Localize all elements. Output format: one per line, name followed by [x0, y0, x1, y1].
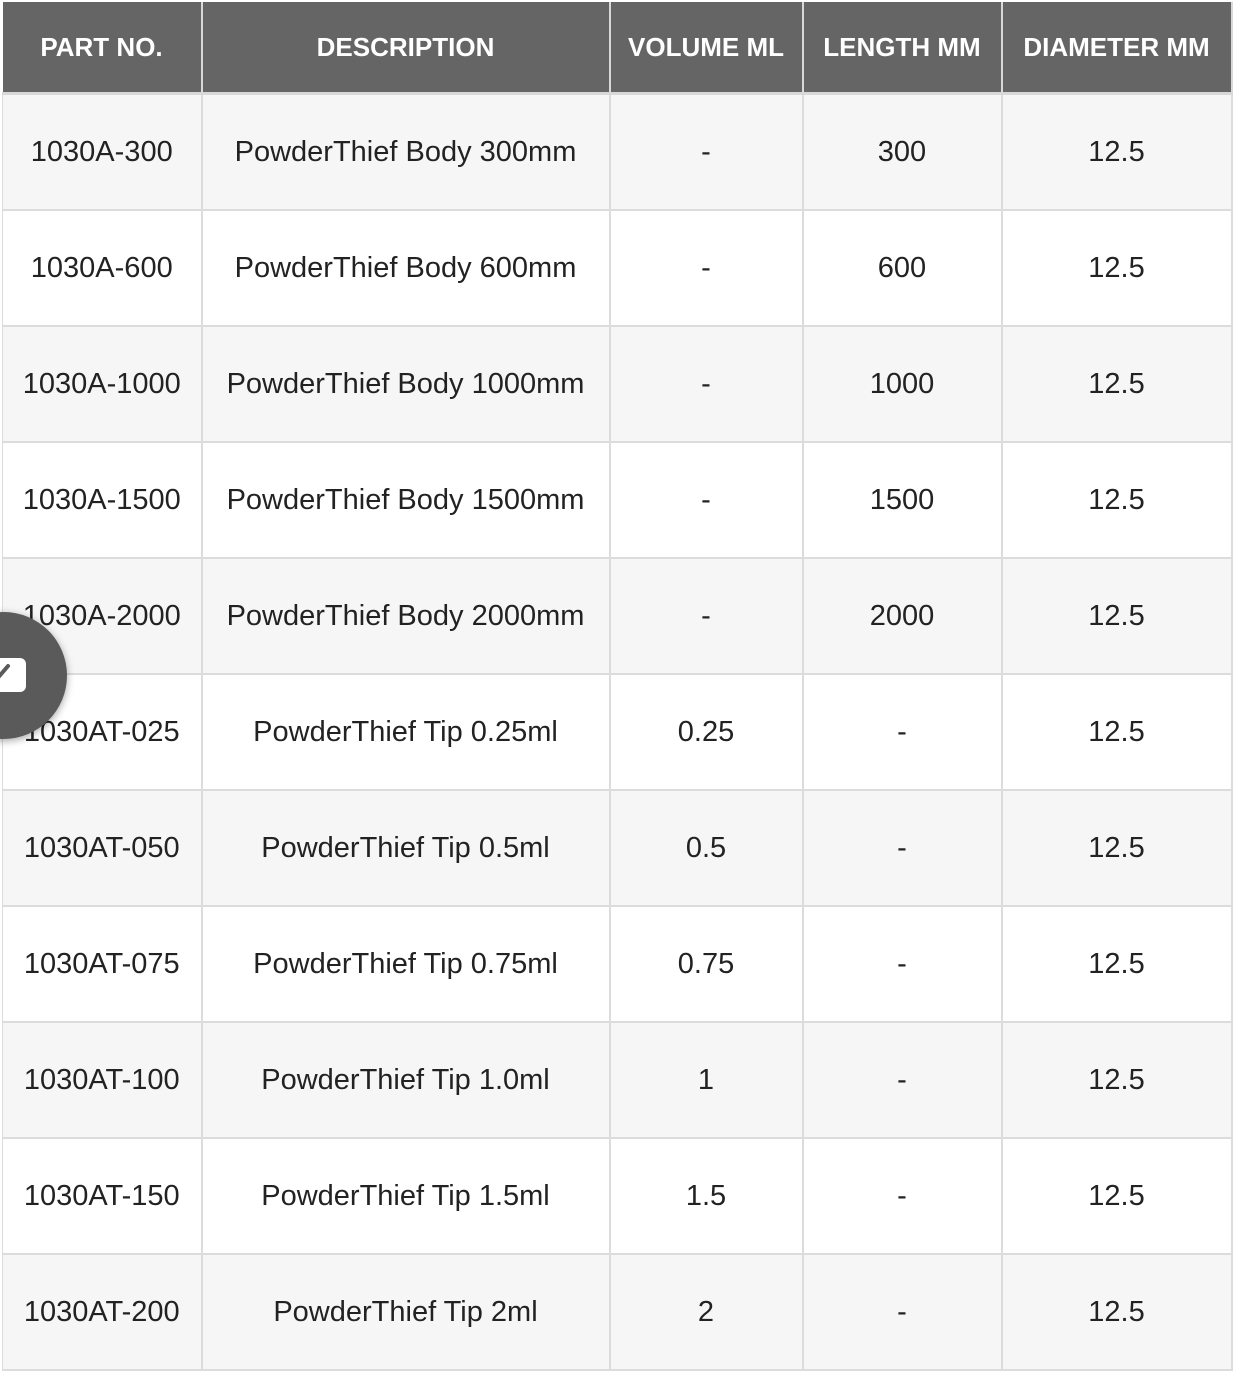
cell-part-no: 1030A-600 — [2, 210, 203, 327]
column-header-length: LENGTH MM — [802, 2, 1003, 95]
cell-description: PowderThief Body 600mm — [201, 210, 611, 327]
cell-volume: 1.5 — [609, 1138, 804, 1255]
cell-description: PowderThief Tip 1.0ml — [201, 1022, 611, 1139]
cell-diameter: 12.5 — [1001, 790, 1233, 907]
cell-volume: - — [609, 558, 804, 675]
cell-volume: 1 — [609, 1022, 804, 1139]
header-row: PART NO. DESCRIPTION VOLUME ML LENGTH MM… — [2, 2, 1233, 95]
cell-part-no: 1030AT-100 — [2, 1022, 203, 1139]
cell-part-no: 1030AT-150 — [2, 1138, 203, 1255]
cell-diameter: 12.5 — [1001, 558, 1233, 675]
cell-diameter: 12.5 — [1001, 1138, 1233, 1255]
table-row: 1030AT-150 PowderThief Tip 1.5ml 1.5 - 1… — [2, 1138, 1233, 1255]
cell-diameter: 12.5 — [1001, 93, 1233, 211]
table-row: 1030AT-200 PowderThief Tip 2ml 2 - 12.5 — [2, 1254, 1233, 1371]
cell-length: - — [802, 790, 1003, 907]
cell-part-no: 1030AT-200 — [2, 1254, 203, 1371]
cell-diameter: 12.5 — [1001, 674, 1233, 791]
table-body: 1030A-300 PowderThief Body 300mm - 300 1… — [2, 93, 1233, 1371]
cell-length: 600 — [802, 210, 1003, 327]
cell-description: PowderThief Body 300mm — [201, 93, 611, 211]
cell-diameter: 12.5 — [1001, 442, 1233, 559]
cell-volume: 0.25 — [609, 674, 804, 791]
cell-length: 1500 — [802, 442, 1003, 559]
column-header-description: DESCRIPTION — [201, 2, 611, 95]
cell-length: - — [802, 1254, 1003, 1371]
table-row: 1030A-600 PowderThief Body 600mm - 600 1… — [2, 210, 1233, 327]
cell-length: 2000 — [802, 558, 1003, 675]
cell-diameter: 12.5 — [1001, 906, 1233, 1023]
cell-volume: - — [609, 210, 804, 327]
cell-volume: - — [609, 93, 804, 211]
column-header-part-no: PART NO. — [2, 2, 203, 95]
cell-diameter: 12.5 — [1001, 326, 1233, 443]
table-row: 1030A-300 PowderThief Body 300mm - 300 1… — [2, 93, 1233, 211]
cell-description: PowderThief Tip 1.5ml — [201, 1138, 611, 1255]
cell-part-no: 1030A-1000 — [2, 326, 203, 443]
cell-volume: 2 — [609, 1254, 804, 1371]
cell-volume: - — [609, 326, 804, 443]
table-row: 1030A-2000 PowderThief Body 2000mm - 200… — [2, 558, 1233, 675]
cell-diameter: 12.5 — [1001, 1254, 1233, 1371]
cell-volume: 0.75 — [609, 906, 804, 1023]
cell-description: PowderThief Tip 0.25ml — [201, 674, 611, 791]
column-header-volume: VOLUME ML — [609, 2, 804, 95]
page: PART NO. DESCRIPTION VOLUME ML LENGTH MM… — [0, 0, 1234, 1376]
cell-description: PowderThief Tip 0.75ml — [201, 906, 611, 1023]
cell-part-no: 1030A-1500 — [2, 442, 203, 559]
cell-description: PowderThief Tip 2ml — [201, 1254, 611, 1371]
cell-part-no: 1030A-300 — [2, 93, 203, 211]
table-row: 1030AT-025 PowderThief Tip 0.25ml 0.25 -… — [2, 674, 1233, 791]
cell-description: PowderThief Tip 0.5ml — [201, 790, 611, 907]
cell-length: 300 — [802, 93, 1003, 211]
table-header: PART NO. DESCRIPTION VOLUME ML LENGTH MM… — [2, 2, 1233, 95]
cell-length: - — [802, 1138, 1003, 1255]
cell-description: PowderThief Body 2000mm — [201, 558, 611, 675]
cell-description: PowderThief Body 1000mm — [201, 326, 611, 443]
product-spec-table: PART NO. DESCRIPTION VOLUME ML LENGTH MM… — [2, 2, 1233, 1371]
column-header-diameter: DIAMETER MM — [1001, 2, 1233, 95]
cell-volume: 0.5 — [609, 790, 804, 907]
table-row: 1030AT-100 PowderThief Tip 1.0ml 1 - 12.… — [2, 1022, 1233, 1139]
table-row: 1030A-1000 PowderThief Body 1000mm - 100… — [2, 326, 1233, 443]
cell-length: - — [802, 1022, 1003, 1139]
cell-length: 1000 — [802, 326, 1003, 443]
cell-description: PowderThief Body 1500mm — [201, 442, 611, 559]
table-row: 1030A-1500 PowderThief Body 1500mm - 150… — [2, 442, 1233, 559]
mail-icon — [0, 658, 26, 692]
cell-volume: - — [609, 442, 804, 559]
cell-part-no: 1030AT-075 — [2, 906, 203, 1023]
cell-diameter: 12.5 — [1001, 1022, 1233, 1139]
cell-length: - — [802, 906, 1003, 1023]
table-row: 1030AT-075 PowderThief Tip 0.75ml 0.75 -… — [2, 906, 1233, 1023]
cell-diameter: 12.5 — [1001, 210, 1233, 327]
table-row: 1030AT-050 PowderThief Tip 0.5ml 0.5 - 1… — [2, 790, 1233, 907]
cell-length: - — [802, 674, 1003, 791]
cell-part-no: 1030AT-050 — [2, 790, 203, 907]
